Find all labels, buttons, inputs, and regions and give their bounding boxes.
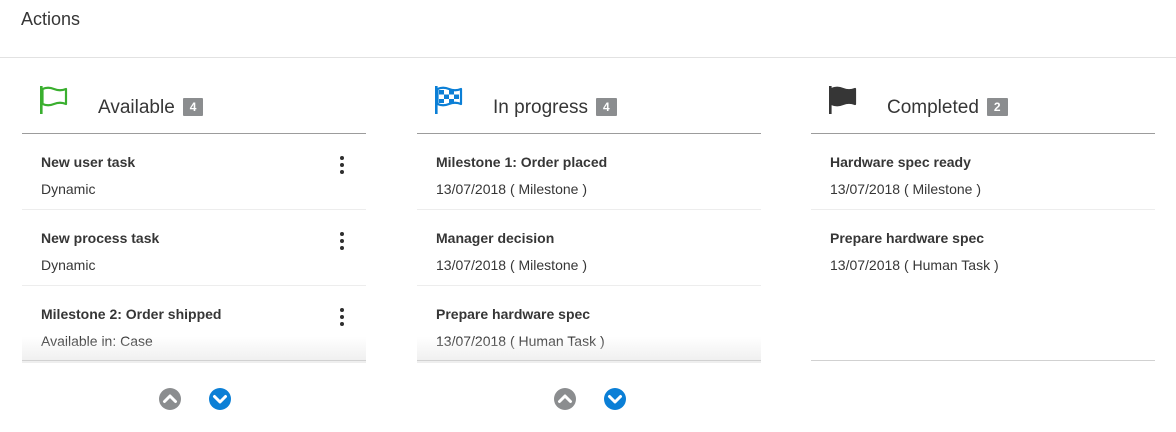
outline-flag-icon (40, 86, 68, 114)
card-title: Manager decision (436, 230, 555, 246)
column-available: Available 4 New user task Dynamic New pro… (22, 82, 366, 410)
page-title: Actions (21, 9, 81, 29)
column-in-progress-title: In progress 4 (493, 97, 617, 119)
card-subtitle: 13/07/2018 ( Milestone ) (436, 257, 587, 273)
scroll-down-icon[interactable] (208, 387, 232, 411)
card-title: New user task (41, 154, 136, 170)
kebab-menu-icon[interactable] (336, 155, 348, 175)
column-completed: Completed 2 Hardware spec ready 13/07/201… (811, 82, 1155, 361)
card-title: Prepare hardware spec (436, 306, 591, 322)
column-available-header: Available 4 (22, 82, 366, 134)
page-header: Actions (0, 0, 1176, 58)
card-title: New process task (41, 230, 160, 246)
list-divider (417, 360, 761, 361)
card-subtitle: 13/07/2018 ( Milestone ) (436, 181, 587, 197)
list-item[interactable]: Prepare hardware spec 13/07/2018 ( Human… (417, 286, 761, 362)
column-in-progress: In progress 4 Milestone 1: Order placed 1… (417, 82, 761, 410)
column-completed-header: Completed 2 (811, 82, 1155, 134)
card-title: Hardware spec ready (830, 154, 971, 170)
scroll-up-icon[interactable] (158, 387, 182, 411)
card-subtitle: Dynamic (41, 181, 96, 197)
completed-card-list: Hardware spec ready 13/07/2018 ( Milesto… (811, 134, 1155, 286)
card-title: Milestone 1: Order placed (436, 154, 608, 170)
column-title-text: Completed (887, 97, 979, 118)
available-pager (22, 387, 366, 411)
card-subtitle: 13/07/2018 ( Milestone ) (830, 181, 981, 197)
count-badge: 4 (596, 98, 617, 116)
list-divider (811, 360, 1155, 361)
count-badge: 4 (182, 98, 204, 116)
scroll-up-icon[interactable] (553, 387, 577, 411)
in-progress-card-list: Milestone 1: Order placed 13/07/2018 ( M… (417, 134, 761, 363)
list-divider (22, 360, 366, 361)
column-in-progress-header: In progress 4 (417, 82, 761, 134)
column-title-text: Available (98, 97, 175, 118)
column-title-text: In progress (493, 97, 589, 118)
list-item[interactable]: New process task Dynamic (22, 210, 366, 286)
list-item[interactable]: Manager decision 13/07/2018 ( Milestone … (417, 210, 761, 286)
card-subtitle: 13/07/2018 ( Human Task ) (830, 257, 999, 273)
column-completed-title: Completed 2 (887, 97, 1008, 119)
solid-flag-icon (829, 86, 857, 114)
card-title: Milestone 2: Order shipped (41, 306, 222, 322)
card-subtitle: 13/07/2018 ( Human Task ) (436, 333, 605, 349)
list-item[interactable]: Prepare hardware spec 13/07/2018 ( Human… (811, 210, 1155, 286)
column-available-title: Available 4 (98, 97, 204, 119)
list-item[interactable]: New user task Dynamic (22, 134, 366, 210)
checkered-flag-icon (435, 86, 463, 114)
card-subtitle: Available in: Case (41, 333, 153, 349)
kebab-menu-icon[interactable] (336, 307, 348, 327)
list-item[interactable]: Milestone 2: Order shipped Available in:… (22, 286, 366, 362)
count-badge: 2 (986, 98, 1008, 116)
scroll-down-icon[interactable] (603, 387, 627, 411)
kebab-menu-icon[interactable] (336, 231, 348, 251)
card-subtitle: Dynamic (41, 257, 96, 273)
available-card-list: New user task Dynamic New process task D… (22, 134, 366, 363)
list-item[interactable]: Milestone 1: Order placed 13/07/2018 ( M… (417, 134, 761, 210)
card-title: Prepare hardware spec (830, 230, 985, 246)
in-progress-pager (417, 387, 761, 411)
list-item[interactable]: Hardware spec ready 13/07/2018 ( Milesto… (811, 134, 1155, 210)
